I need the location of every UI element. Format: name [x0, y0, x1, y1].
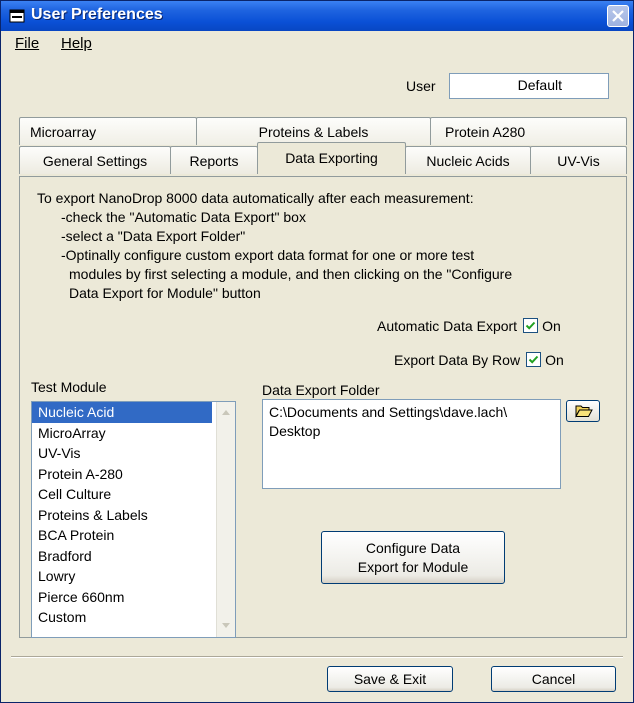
export-folder-path-line: Desktop — [269, 423, 321, 439]
export-folder-path-line: C:\Documents and Settings\dave.lach\ — [269, 404, 508, 420]
configure-export-label: Configure Data — [365, 540, 461, 556]
scroll-down-arrow-icon[interactable] — [218, 617, 234, 634]
list-scrollbar[interactable] — [216, 402, 235, 637]
export-by-row-option: Export Data By Row On — [394, 352, 564, 368]
export-folder-label: Data Export Folder — [262, 382, 380, 398]
list-item[interactable]: Nucleic Acid — [32, 402, 212, 423]
auto-export-option: Automatic Data Export On — [377, 318, 561, 334]
open-folder-icon — [575, 405, 593, 418]
instruction-line: Data Export for Module" button — [69, 285, 261, 301]
list-item[interactable]: BCA Protein — [32, 525, 212, 546]
list-item[interactable]: Lowry — [32, 566, 212, 587]
instruction-line: modules by first selecting a module, and… — [69, 266, 513, 282]
list-item[interactable]: UV-Vis — [32, 443, 212, 464]
list-item[interactable]: Protein A-280 — [32, 464, 212, 485]
export-by-row-checkbox[interactable] — [526, 352, 542, 367]
list-item[interactable]: Custom — [32, 607, 212, 628]
check-icon — [528, 355, 539, 364]
scroll-up-arrow-icon[interactable] — [218, 404, 234, 421]
browse-folder-button[interactable] — [566, 400, 600, 422]
list-item[interactable]: Proteins & Labels — [32, 505, 212, 526]
test-module-list[interactable]: Nucleic Acid MicroArray UV-Vis Protein A… — [31, 401, 236, 638]
check-icon — [525, 321, 536, 330]
configure-export-label: Export for Module — [357, 559, 469, 575]
list-item[interactable]: Cell Culture — [32, 484, 212, 505]
list-item[interactable]: Bradford — [32, 546, 212, 567]
configure-export-button[interactable]: Configure Data Export for Module — [321, 531, 505, 584]
auto-export-state: On — [542, 318, 561, 334]
export-by-row-state: On — [545, 352, 564, 368]
list-item[interactable]: MicroArray — [32, 423, 212, 444]
list-item[interactable]: Pierce 660nm — [32, 587, 212, 608]
user-preferences-window: User Preferences File Help User Default … — [0, 0, 634, 703]
instruction-line: -select a "Data Export Folder" — [61, 228, 246, 244]
auto-export-label: Automatic Data Export — [377, 318, 518, 334]
instruction-line: -Optinally configure custom export data … — [61, 247, 475, 263]
instruction-line: -check the "Automatic Data Export" box — [61, 209, 306, 225]
auto-export-checkbox[interactable] — [523, 318, 539, 333]
instruction-line: To export NanoDrop 8000 data automatical… — [37, 190, 474, 206]
export-folder-field[interactable]: C:\Documents and Settings\dave.lach\ Des… — [262, 399, 561, 489]
export-by-row-label: Export Data By Row — [394, 352, 521, 368]
test-module-label: Test Module — [31, 379, 107, 395]
